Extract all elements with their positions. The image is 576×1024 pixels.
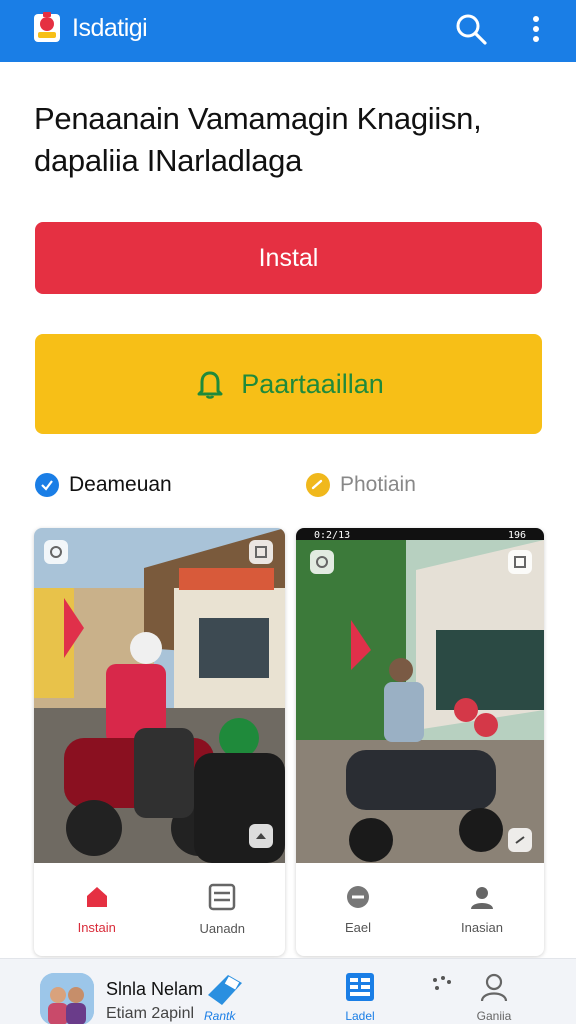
action-label: Instain <box>77 920 116 935</box>
check-icon <box>306 473 330 497</box>
nav-item-ladel[interactable]: Ladel <box>328 971 392 1023</box>
motorbike-photo <box>296 540 544 863</box>
action-label: Inasian <box>461 920 503 935</box>
minus-circle-icon <box>347 886 369 908</box>
notify-button-label: Paartaaillan <box>241 368 384 399</box>
photo-card[interactable]: Instain Uanadn <box>34 528 285 956</box>
nav-label: Ganiia <box>476 1009 512 1023</box>
user-subtitle: Etiam 2apinl <box>106 1005 195 1022</box>
phone-screenshot-card[interactable]: 0:2/13 196 Eael Inasian <box>296 528 544 956</box>
tab-label: Photiain <box>340 473 416 496</box>
install-button[interactable]: Instal <box>35 222 542 294</box>
install-action[interactable]: Instain <box>34 863 160 956</box>
tab-label: Deameuan <box>69 473 172 496</box>
action-label: Uanadn <box>199 921 246 936</box>
ticket-icon[interactable] <box>204 973 244 1007</box>
user-icon <box>471 887 493 909</box>
ticket-label: Rantk <box>204 1009 236 1023</box>
profile-action[interactable]: Inasian <box>420 863 544 956</box>
grid-icon <box>344 971 376 1003</box>
more-vertical-icon[interactable] <box>526 14 546 44</box>
bell-icon <box>197 371 223 399</box>
card-actions: Instain Uanadn <box>34 863 285 956</box>
notify-button[interactable]: Paartaaillan <box>35 334 542 434</box>
user-icon <box>478 971 510 1003</box>
details-action[interactable]: Uanadn <box>160 863 286 956</box>
nav-item-ganiia[interactable]: Ganiia <box>462 971 526 1023</box>
bottom-navigation: Slnla Nelam Etiam 2apinl Rantk Ladel Gan… <box>0 958 576 1024</box>
street-market-photo <box>34 528 285 863</box>
action-label: Eael <box>344 920 372 935</box>
app-bar: Isdatigi <box>0 0 576 62</box>
easel-action[interactable]: Eael <box>296 863 420 956</box>
home-icon <box>86 887 107 907</box>
card-actions: Eael Inasian <box>296 863 544 956</box>
avatar[interactable] <box>40 973 94 1024</box>
list-icon <box>209 883 236 911</box>
share-icon[interactable] <box>508 828 532 852</box>
camera-icon[interactable] <box>44 540 68 564</box>
share-icon[interactable] <box>249 824 273 848</box>
expand-icon[interactable] <box>249 540 273 564</box>
dots-icon <box>426 971 458 1003</box>
user-name: Slnla Nelam <box>106 979 204 999</box>
app-logo[interactable] <box>32 10 62 46</box>
headline: Penaanain Vamamagin Knagiisn, dapaliia I… <box>34 101 482 178</box>
nav-label: Ladel <box>345 1009 375 1023</box>
expand-icon[interactable] <box>508 550 532 574</box>
app-title: Isdatigi <box>72 14 148 42</box>
camera-icon[interactable] <box>310 550 334 574</box>
search-icon[interactable] <box>454 12 488 46</box>
check-icon <box>35 473 59 497</box>
tab-photiain[interactable]: Photiain <box>306 470 416 500</box>
tab-deameuan[interactable]: Deameuan <box>35 470 172 500</box>
